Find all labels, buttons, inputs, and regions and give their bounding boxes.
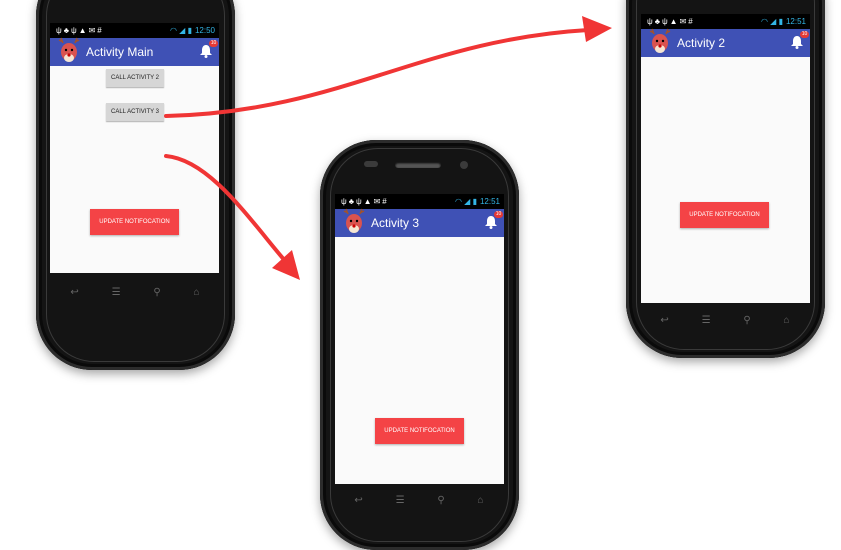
arrow-head-activity-2 <box>582 16 612 42</box>
navigation-arrows <box>164 16 612 280</box>
arrow-head-activity-3 <box>272 250 300 280</box>
arrow-to-activity-2 <box>164 28 590 118</box>
arrow-to-activity-3 <box>164 154 288 264</box>
